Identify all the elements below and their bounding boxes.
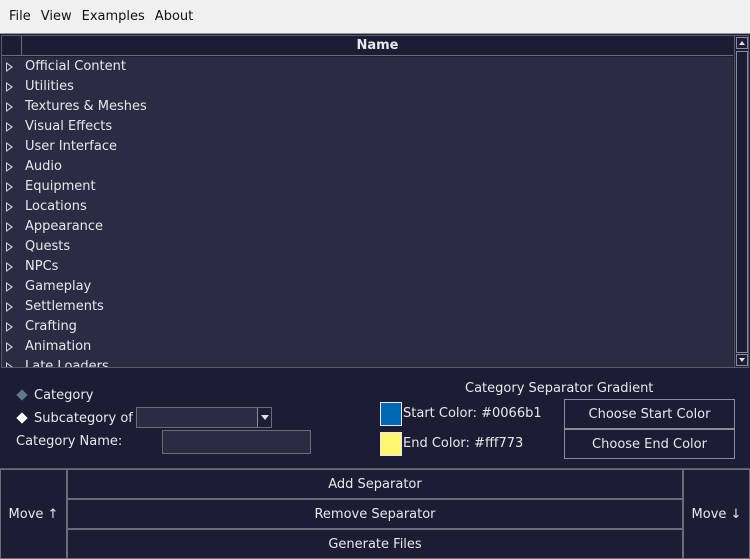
- subcategory-radio[interactable]: Subcategory of: [16, 409, 133, 427]
- expand-arrow-icon[interactable]: [6, 82, 13, 92]
- tree-item-label: Gameplay: [25, 279, 92, 294]
- expand-arrow-icon[interactable]: [6, 102, 13, 112]
- expand-arrow-icon[interactable]: [6, 162, 13, 172]
- subcategory-select[interactable]: [136, 407, 272, 428]
- move-down-button[interactable]: Move ↓: [683, 469, 750, 559]
- end-color-label: End Color: #fff773: [403, 436, 524, 451]
- tree-header-corner: [2, 36, 22, 56]
- menu-about[interactable]: About: [150, 0, 198, 34]
- tree-item-label: NPCs: [25, 259, 59, 274]
- menu-view[interactable]: View: [36, 0, 77, 34]
- tree-item-utilities[interactable]: Utilities: [2, 77, 733, 97]
- expand-arrow-icon[interactable]: [6, 222, 13, 232]
- tree-item-audio[interactable]: Audio: [2, 157, 733, 177]
- tree-item-settlements[interactable]: Settlements: [2, 297, 733, 317]
- start-color-swatch: [380, 402, 402, 426]
- tree-item-label: Quests: [25, 239, 71, 254]
- tree-item-textures-meshes[interactable]: Textures & Meshes: [2, 97, 733, 117]
- tree-item-label: Animation: [25, 339, 92, 354]
- add-separator-button[interactable]: Add Separator: [67, 469, 683, 499]
- choose-start-color-button[interactable]: Choose Start Color: [564, 399, 735, 429]
- menu-examples[interactable]: Examples: [77, 0, 150, 34]
- tree-item-equipment[interactable]: Equipment: [2, 177, 733, 197]
- category-name-input[interactable]: [162, 430, 311, 454]
- tree-item-label: Textures & Meshes: [25, 99, 147, 114]
- tree-item-appearance[interactable]: Appearance: [2, 217, 733, 237]
- name-column-header[interactable]: Name: [22, 36, 733, 56]
- generate-files-button[interactable]: Generate Files: [67, 529, 683, 559]
- tree-item-label: Utilities: [25, 79, 74, 94]
- expand-arrow-icon[interactable]: [6, 182, 13, 192]
- tree-item-label: User Interface: [25, 139, 117, 154]
- menu-bar: File View Examples About: [0, 0, 750, 34]
- expand-arrow-icon[interactable]: [6, 282, 13, 292]
- start-color-label: Start Color: #0066b1: [403, 406, 542, 421]
- chevron-down-icon[interactable]: [257, 408, 271, 427]
- tree-item-label: Appearance: [25, 219, 104, 234]
- category-name-label: Category Name:: [16, 434, 123, 449]
- expand-arrow-icon[interactable]: [6, 142, 13, 152]
- expand-arrow-icon[interactable]: [6, 302, 13, 312]
- tree-item-quests[interactable]: Quests: [2, 237, 733, 257]
- tree-item-label: Late Loaders: [25, 359, 109, 368]
- tree-item-label: Official Content: [25, 59, 126, 74]
- expand-arrow-icon[interactable]: [6, 362, 13, 367]
- move-up-button[interactable]: Move ↑: [0, 469, 67, 559]
- tree-scrollbar[interactable]: [734, 36, 748, 367]
- tree-item-label: Locations: [25, 199, 87, 214]
- expand-arrow-icon[interactable]: [6, 342, 13, 352]
- tree-item-label: Visual Effects: [25, 119, 113, 134]
- choose-end-color-button[interactable]: Choose End Color: [564, 429, 735, 459]
- tree-item-user-interface[interactable]: User Interface: [2, 137, 733, 157]
- tree-item-visual-effects[interactable]: Visual Effects: [2, 117, 733, 137]
- remove-separator-button[interactable]: Remove Separator: [67, 499, 683, 529]
- scrollbar-thumb[interactable]: [736, 51, 748, 353]
- scroll-down-arrow-icon[interactable]: [736, 354, 748, 366]
- expand-arrow-icon[interactable]: [6, 122, 13, 132]
- tree-item-label: Equipment: [25, 179, 96, 194]
- category-tree[interactable]: Name Official Content Utilities Textures…: [1, 35, 749, 368]
- category-radio[interactable]: Category: [16, 386, 93, 404]
- tree-item-crafting[interactable]: Crafting: [2, 317, 733, 337]
- tree-item-locations[interactable]: Locations: [2, 197, 733, 217]
- expand-arrow-icon[interactable]: [6, 262, 13, 272]
- tree-item-label: Settlements: [25, 299, 104, 314]
- gradient-title: Category Separator Gradient: [465, 381, 654, 396]
- category-radio-label: Category: [34, 387, 94, 403]
- tree-item-gameplay[interactable]: Gameplay: [2, 277, 733, 297]
- tree-item-animation[interactable]: Animation: [2, 337, 733, 357]
- tree-header: Name: [2, 36, 733, 56]
- subcategory-radio-label: Subcategory of: [34, 410, 133, 426]
- tree-item-official-content[interactable]: Official Content: [2, 57, 733, 77]
- menu-file[interactable]: File: [4, 0, 36, 34]
- expand-arrow-icon[interactable]: [6, 202, 13, 212]
- radio-diamond-icon[interactable]: [16, 389, 28, 401]
- radio-diamond-icon[interactable]: [16, 412, 28, 424]
- scroll-up-arrow-icon[interactable]: [736, 37, 748, 49]
- expand-arrow-icon[interactable]: [6, 62, 13, 72]
- tree-item-label: Crafting: [25, 319, 77, 334]
- tree-body: Official Content Utilities Textures & Me…: [2, 57, 733, 368]
- end-color-swatch: [380, 432, 402, 456]
- tree-item-label: Audio: [25, 159, 62, 174]
- tree-item-late-loaders[interactable]: Late Loaders: [2, 357, 733, 368]
- expand-arrow-icon[interactable]: [6, 242, 13, 252]
- expand-arrow-icon[interactable]: [6, 322, 13, 332]
- tree-item-npcs[interactable]: NPCs: [2, 257, 733, 277]
